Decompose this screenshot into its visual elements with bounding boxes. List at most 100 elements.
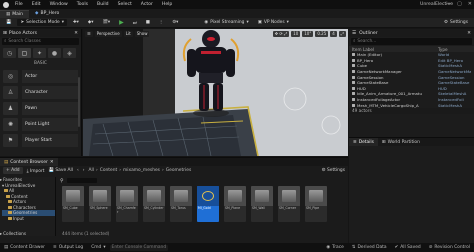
output-log-button[interactable]: ≡ Output Log (49, 245, 87, 250)
show-button[interactable]: Show (134, 30, 150, 37)
collections-section[interactable]: ▸ Collections (0, 231, 26, 237)
stop-button[interactable]: ■ (143, 19, 153, 26)
play-options-button[interactable]: ⋮ (156, 19, 166, 26)
breadcrumb-item[interactable]: Content (100, 168, 117, 173)
menu-tools[interactable]: Tools (77, 2, 88, 7)
close-icon[interactable]: ✕ (50, 160, 54, 165)
tab-details[interactable]: ≡ Details (349, 138, 378, 146)
trace-button[interactable]: ◉ Trace (322, 245, 348, 250)
derived-data-button[interactable]: ⇅ Derived Data (348, 245, 391, 250)
level-viewport[interactable]: ☰ Perspective Lit Show ✥ ⟳ ⤢ 10 10° 0.25… (83, 29, 348, 156)
menu-actor[interactable]: Actor (141, 2, 153, 7)
asset-tile-selected[interactable]: MI_Gold (197, 186, 219, 222)
breadcrumb-item[interactable]: All (89, 168, 94, 173)
close-icon[interactable]: ✕ (467, 31, 471, 36)
place-item-player-start[interactable]: ⚑ Player Start (3, 133, 78, 148)
asset-tile[interactable]: SM_Corner (278, 186, 300, 222)
back-icon[interactable]: ‹ (77, 168, 79, 173)
scale-snap-button[interactable]: 0.25 (315, 30, 329, 37)
asset-tile[interactable]: SM_Plane (224, 186, 246, 222)
outliner-row[interactable]: Mesh_MTM_VehicleCargoShip_A StaticMeshA (349, 102, 474, 108)
place-item-character[interactable]: ♙ Character (3, 85, 78, 100)
revision-control-button[interactable]: ⊘ Revision Control (425, 245, 474, 250)
asset-tile[interactable]: SM_Pipe (305, 186, 327, 222)
outliner-row[interactable]: GameNetworkManager GameNetworkMa (349, 69, 474, 75)
platforms-button[interactable]: ⚙▾ (169, 19, 181, 26)
outliner-row[interactable]: Main (Editor) World (349, 52, 474, 58)
column-label[interactable]: Item Label (352, 47, 438, 52)
menu-build[interactable]: Build (97, 2, 109, 7)
lit-button[interactable]: Lit (123, 30, 133, 37)
viewport-menu-button[interactable]: ☰ (85, 30, 93, 37)
maximize-viewport-button[interactable]: ⤢ (338, 30, 346, 37)
menu-help[interactable]: Help (162, 2, 172, 7)
column-type[interactable]: Type (438, 47, 471, 52)
menu-window[interactable]: Window (50, 2, 68, 7)
close-icon[interactable]: ✕ (74, 31, 78, 36)
menu-file[interactable]: File (15, 2, 23, 7)
close-button[interactable]: ✕ (468, 1, 472, 7)
place-item-actor[interactable]: ◎ Actor (3, 69, 78, 84)
tree-item[interactable]: Input (2, 216, 55, 222)
tab-main[interactable]: ▦ Main (0, 9, 30, 18)
asset-tile[interactable]: SM_Torus (170, 186, 192, 222)
breadcrumb-item[interactable]: Geometries (166, 168, 192, 173)
asset-search-input[interactable] (66, 178, 97, 183)
blueprint-button[interactable]: ◆▾ (85, 19, 97, 26)
all-saved-status[interactable]: ✔ All Saved (391, 245, 425, 250)
breadcrumb-item[interactable]: mixamo_meshes (123, 168, 160, 173)
basic-category-icon[interactable]: ▢ (18, 48, 31, 58)
outliner-row[interactable]: GameStateBase GameStateBase (349, 80, 474, 86)
asset-tile[interactable]: SM_Cube (62, 186, 84, 222)
console-command-input[interactable]: Enter Console Command (109, 244, 168, 251)
asset-tile[interactable]: SM_Cylinder (143, 186, 165, 222)
asset-tile[interactable]: SM_Chamfer (116, 186, 138, 222)
outliner-row[interactable]: BP_Hero Edit BP_Hero (349, 58, 474, 64)
play-button[interactable]: ▶ (116, 19, 127, 26)
settings-button[interactable]: ⚙ Settings (441, 19, 471, 26)
outliner-row[interactable]: Idle_Anim_Armature_001_Armatu SkeletalMes… (349, 91, 474, 97)
place-item-point-light[interactable]: ✺ Point Light (3, 117, 78, 132)
forward-icon[interactable]: › (83, 168, 85, 173)
perspective-button[interactable]: Perspective (94, 30, 122, 37)
maximize-button[interactable]: ▢ (457, 1, 462, 7)
save-all-button[interactable]: 💾 Save All (49, 168, 74, 173)
asset-tile[interactable]: SM_Wall (251, 186, 273, 222)
selection-mode-dropdown[interactable]: ➤ Selection Mode ▾ (17, 19, 67, 26)
lights-category-icon[interactable]: ✦ (33, 48, 46, 58)
grid-snap-button[interactable]: 10 (291, 30, 301, 37)
content-drawer-button[interactable]: ▤ Content Drawer (0, 245, 49, 250)
save-button[interactable]: 💾 (3, 19, 14, 26)
recent-category-icon[interactable]: ◷ (3, 48, 16, 58)
import-button[interactable]: ⤓ Import (27, 168, 45, 174)
outliner-row[interactable]: Cube StaticMeshA (349, 63, 474, 69)
rotation-snap-button[interactable]: 10° (302, 30, 314, 37)
outliner-row[interactable]: InstancedFoliageActor InstancedFoli (349, 97, 474, 103)
menu-edit[interactable]: Edit (32, 2, 41, 7)
transform-tools[interactable]: ✥ ⟳ ⤢ (272, 30, 290, 37)
create-button[interactable]: ✚▾ (70, 19, 82, 26)
cinematics-button[interactable]: 🎬▾ (99, 19, 113, 26)
filter-icon[interactable]: ⚲ (60, 178, 64, 184)
shapes-category-icon[interactable]: ● (48, 48, 61, 58)
place-actors-search[interactable]: ⌕ Search Classes (2, 38, 79, 45)
visual-effects-category-icon[interactable]: ◈ (63, 48, 76, 58)
menu-select[interactable]: Select (118, 2, 132, 7)
tab-content-browser[interactable]: ▤ Content Browser ✕ (0, 158, 58, 166)
hero-character[interactable] (182, 30, 240, 111)
camera-speed-button[interactable]: 4 (330, 30, 337, 37)
minimize-button[interactable]: — (446, 1, 451, 7)
vp-nodes-button[interactable]: ▣ VP Nodes ▾ (255, 19, 292, 26)
asset-tile[interactable]: SM_Sphere (89, 186, 111, 222)
tab-bp-hero[interactable]: ◆ BP_Hero (29, 10, 65, 18)
outliner-search[interactable]: ⌕ Search... (351, 38, 472, 45)
cb-settings-button[interactable]: ⚙ Settings (322, 168, 345, 173)
pixel-streaming-button[interactable]: ◉ Pixel Streaming ▾ (201, 19, 251, 26)
outliner-row[interactable]: GameSession GameSession (349, 74, 474, 80)
tab-world-partition[interactable]: ⊞ World Partition (378, 138, 424, 146)
step-button[interactable]: ⏭ (130, 19, 140, 26)
cmd-dropdown[interactable]: Cmd ▾ (87, 245, 109, 250)
outliner-row[interactable]: HUD HUD (349, 86, 474, 92)
place-item-pawn[interactable]: ♟ Pawn (3, 101, 78, 116)
add-button[interactable]: + Add (3, 167, 23, 174)
